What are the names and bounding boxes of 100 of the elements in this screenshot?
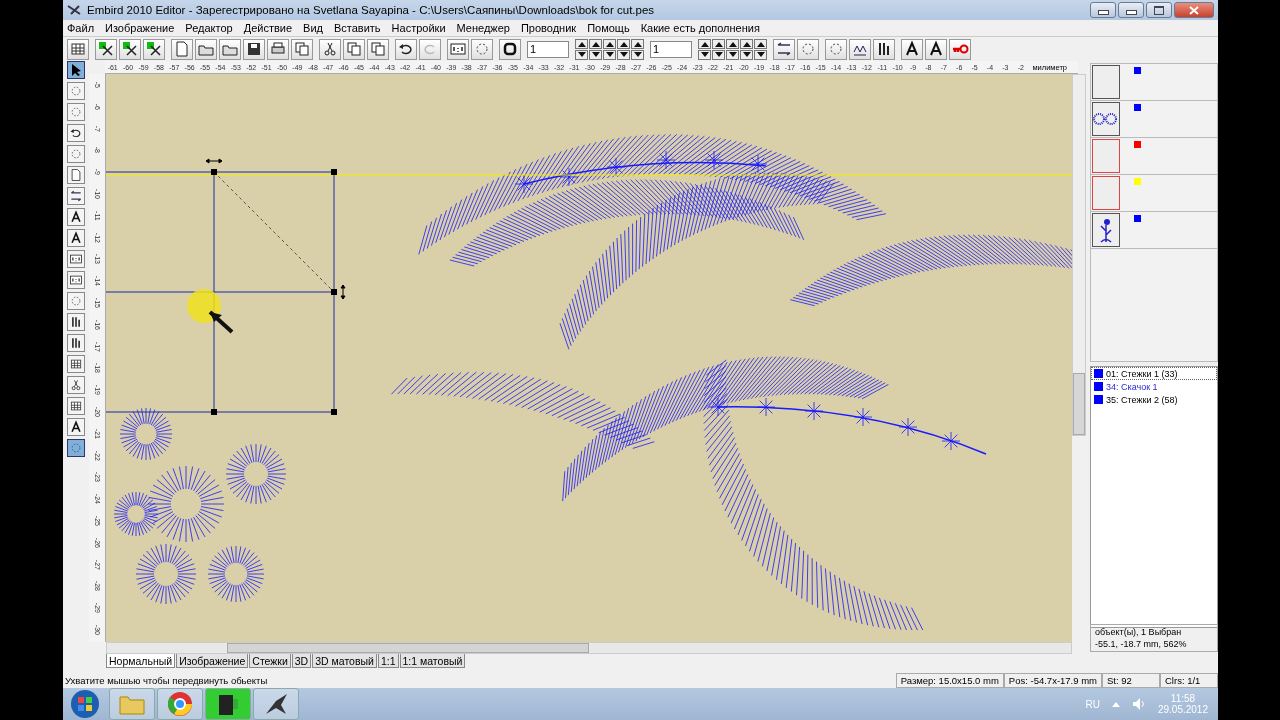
pointer-tool[interactable]: [67, 61, 85, 79]
spin-button[interactable]: [575, 38, 588, 49]
menu-item[interactable]: Действие: [243, 22, 293, 34]
resize-handle-icon[interactable]: [340, 284, 346, 300]
taskbar-app[interactable]: [157, 688, 203, 720]
tool-button[interactable]: [67, 166, 85, 184]
menu-item[interactable]: Настройки: [391, 22, 446, 34]
number-field[interactable]: 1: [527, 40, 569, 58]
toolbar-button[interactable]: [849, 38, 871, 60]
dots-icon: [69, 147, 83, 161]
minimize-button[interactable]: [1090, 2, 1116, 18]
thread-thumbnail[interactable]: [1092, 65, 1120, 99]
view-tab[interactable]: 1:1: [377, 654, 399, 668]
toolbar-button[interactable]: [773, 38, 795, 60]
color-row[interactable]: [1091, 101, 1217, 138]
spin-button[interactable]: [754, 49, 767, 60]
menu-item[interactable]: Проводник: [520, 22, 577, 34]
vertical-scrollbar[interactable]: [1072, 74, 1086, 436]
tool-button[interactable]: [67, 208, 85, 226]
close-button[interactable]: [1174, 2, 1214, 18]
spin-button[interactable]: [698, 38, 711, 49]
minimize-button[interactable]: [1118, 2, 1144, 18]
toolbar-button[interactable]: [873, 38, 895, 60]
toolbar-button[interactable]: [925, 38, 947, 60]
spin-button[interactable]: [631, 38, 644, 49]
spin-button[interactable]: [603, 38, 616, 49]
menu-item[interactable]: Какие есть дополнения: [640, 22, 760, 34]
toolbar-button[interactable]: [499, 38, 521, 60]
tool-button[interactable]: [67, 334, 85, 352]
toolbar-button[interactable]: [343, 38, 365, 60]
page-icon: [69, 168, 83, 182]
horizontal-scrollbar[interactable]: [106, 642, 1072, 654]
spin-button[interactable]: [726, 38, 739, 49]
color-row[interactable]: [1091, 64, 1217, 101]
taskbar-app[interactable]: [205, 688, 251, 720]
tool-button[interactable]: [67, 313, 85, 331]
spin-button[interactable]: [575, 49, 588, 60]
view-tab[interactable]: 3D: [291, 654, 312, 668]
object-row[interactable]: 35: Стежки 2 (58): [1091, 393, 1217, 406]
view-tab[interactable]: Стежки: [249, 654, 291, 668]
close-icon: [1189, 5, 1199, 15]
view-tab[interactable]: Изображение: [176, 654, 249, 668]
spin-button[interactable]: [617, 49, 630, 60]
tool-button[interactable]: [67, 397, 85, 415]
toolbar-button[interactable]: [243, 38, 265, 60]
toolbar-button[interactable]: [901, 38, 923, 60]
spin-button[interactable]: [631, 49, 644, 60]
object-row[interactable]: 34: Скачок 1: [1091, 380, 1217, 393]
arrows-icon: [775, 40, 793, 58]
menu-item[interactable]: Менеджер: [456, 22, 510, 34]
scroll-thumb[interactable]: [227, 643, 589, 653]
tool-button[interactable]: [67, 124, 85, 142]
status-cell: St: 92: [1102, 672, 1160, 688]
color-row[interactable]: [1091, 138, 1217, 175]
tool-button[interactable]: [67, 355, 85, 373]
color-row[interactable]: [1091, 175, 1217, 212]
resize-handle-icon[interactable]: [205, 158, 223, 164]
spin-button[interactable]: [589, 38, 602, 49]
spin-button[interactable]: [712, 49, 725, 60]
scroll-thumb[interactable]: [1073, 373, 1085, 435]
tool-button[interactable]: [67, 229, 85, 247]
spin-button[interactable]: [726, 49, 739, 60]
tool-button[interactable]: [67, 418, 85, 436]
thread-thumbnail[interactable]: [1092, 213, 1120, 247]
page-icon: [173, 40, 191, 58]
toolbar-button[interactable]: [395, 38, 417, 60]
spin-button[interactable]: [740, 38, 753, 49]
spin-button[interactable]: [740, 49, 753, 60]
menu-item[interactable]: Изображение: [105, 22, 175, 34]
toolbar-button[interactable]: [319, 38, 341, 60]
menu-item[interactable]: Вставить: [333, 22, 381, 34]
thread-thumbnail[interactable]: [1092, 102, 1120, 136]
menu-item[interactable]: Редактор: [185, 22, 233, 34]
spin-button[interactable]: [754, 38, 767, 49]
dots-icon: [69, 84, 83, 98]
view-tab[interactable]: Нормальный: [106, 654, 176, 668]
menu-item[interactable]: Помощь: [587, 22, 630, 34]
toolbar-button[interactable]: [367, 38, 389, 60]
toolbar-button[interactable]: [291, 38, 313, 60]
flower-icon: [1098, 217, 1114, 243]
spin-button[interactable]: [603, 49, 616, 60]
restore-button[interactable]: [1146, 2, 1172, 18]
object-row[interactable]: 01: Стежки 1 (33): [1091, 367, 1217, 380]
spin-button[interactable]: [712, 38, 725, 49]
view-tab[interactable]: 1:1 матовый: [399, 654, 466, 668]
color-row[interactable]: [1091, 212, 1217, 249]
object-label: 01: Стежки 1 (33): [1106, 368, 1178, 379]
view-tab[interactable]: 3D матовый: [312, 654, 377, 668]
thread-thumbnail[interactable]: [1092, 139, 1120, 173]
spin-button[interactable]: [589, 49, 602, 60]
thread-thumbnail[interactable]: [1092, 176, 1120, 210]
toolbar-button[interactable]: [267, 38, 289, 60]
menu-item[interactable]: Вид: [303, 22, 323, 34]
spin-button[interactable]: [698, 49, 711, 60]
menu-item[interactable]: Файл: [67, 22, 95, 34]
grid-icon: [69, 399, 83, 413]
letter-icon: [69, 420, 83, 434]
number-field[interactable]: 1: [650, 40, 692, 58]
taskbar-app[interactable]: [253, 688, 299, 720]
spin-button[interactable]: [617, 38, 630, 49]
